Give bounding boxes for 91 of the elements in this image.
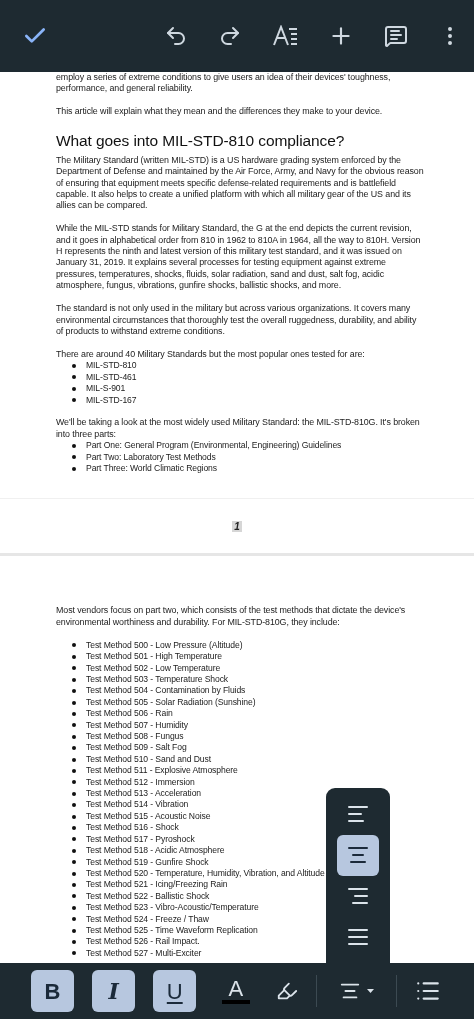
bullet-icon: [72, 466, 76, 471]
bullet-icon: [72, 757, 76, 762]
list-item: Test Method 516 - Shock: [86, 822, 179, 834]
bullet-icon: [72, 917, 76, 922]
bullet-icon: [72, 826, 76, 830]
list-item: Test Method 520 - Temperature, Humidity, Vibration, and Altitude: [86, 867, 325, 880]
bullet-icon: [72, 386, 76, 391]
bullet-icon: [72, 780, 76, 785]
list-item: Test Method 526 - Rail Impact.: [86, 936, 200, 948]
list-item: Test Method 525 - Time Waveform Replication: [86, 924, 258, 937]
bullet-icon: [72, 791, 76, 796]
list-item: Test Method 505 - Solar Radiation (Sunshine): [86, 696, 256, 709]
list-item: Part One: General Program (Environmental, Engineering) Guidelines: [86, 440, 342, 452]
list-item: Test Method 523 - Vibro-Acoustic/Temperature: [86, 902, 259, 914]
section-heading: What goes into MIL-STD-810 compliance?: [56, 131, 346, 150]
bullet-icon: [72, 443, 76, 448]
bullet-icon: [72, 711, 76, 716]
list-item: Test Method 522 - Ballistic Shock: [86, 890, 210, 903]
bullet-icon: [72, 455, 76, 460]
comment-icon[interactable]: [384, 24, 408, 48]
paragraph: We'll be taking a look at the most widely used Military Standard: the MIL-STD-810G. It's broken into three parts:: [56, 417, 421, 441]
highlighter-icon[interactable]: [275, 980, 298, 1002]
list-item: Test Method 517 - Pyroshock: [86, 833, 195, 846]
bullet-icon: [72, 643, 76, 648]
list-item: Test Method 510 - Sand and Dust: [86, 753, 211, 766]
paragraph: While the MIL-STD stands for Military Standard, the G at the end depicts the current revision, and it goes in alphabetical order from 810 in 1962 to 810A in 1964, all the way to 810H. Version H represents the ninth and latest version of this military test standard, and it was issued on January 31, 2019. It explains several processes for testing equipment against extreme pressures, temperatures, shocks, fluids, solar radiation, sand and dust, salt fog, acidic atmosphere, fungus, vibrations, gunfire shocks, ballistic shocks, and more.: [56, 223, 422, 292]
bullet-icon: [72, 837, 76, 842]
bullet-icon: [72, 723, 76, 728]
page-number: 1: [232, 520, 242, 532]
list-item: Test Method 509 - Salt Fog: [86, 742, 187, 754]
redo-icon[interactable]: [218, 24, 242, 48]
bullet-icon: [72, 871, 76, 876]
list-item: Test Method 504 - Contamination by Fluids: [86, 685, 246, 697]
underline-button[interactable]: U: [153, 970, 197, 1012]
paragraph: There are around 40 Military Standards but the most popular ones tested for are:: [56, 348, 366, 361]
list-item: Test Method 519 - Gunfire Shock: [86, 856, 209, 868]
bullet-icon: [72, 677, 76, 682]
bullet-icon: [72, 689, 76, 694]
paragraph: The Military Standard (written MIL-STD) is a US hardware grading system enforced by the Department of Defense and maintained by the Air Force, Army, and Navy for the obvious reason of ensuring that equipment meets specific defense-related requirements and is battlefield capable. It also helps to create a unified platform with which all military gear of the US and its allies can be compared.: [56, 154, 424, 212]
list-item: Test Method 514 - Vibration: [86, 799, 189, 811]
bullet-icon: [72, 940, 76, 945]
bullet-icon: [72, 768, 76, 773]
list-item: MIL-STD-461: [86, 371, 137, 384]
list-item: Test Method 501 - High Temperature: [86, 651, 222, 663]
list-item: Part Three: World Climatic Regions: [86, 463, 217, 475]
bullet-icon: [72, 848, 76, 853]
list-item: Test Method 507 - Humidity: [86, 719, 188, 732]
bullet-icon: [72, 928, 76, 933]
bullet-icon: [72, 803, 76, 808]
bullet-icon: [72, 375, 76, 380]
bullet-icon: [72, 746, 76, 751]
bullet-icon: [72, 654, 76, 659]
list-item: Test Method 521 - Icing/Freezing Rain: [86, 879, 228, 891]
list-item: MIL-S-901: [86, 383, 126, 395]
list-item: Test Method 500 - Low Pressure (Altitude): [86, 639, 243, 652]
align-center-option[interactable]: [337, 834, 379, 876]
list-item: Test Method 527 - Multi-Exciter: [86, 947, 202, 960]
caret-icon: [366, 989, 374, 993]
bullet-icon: [72, 700, 76, 705]
bullet-icon: [72, 883, 76, 887]
list-item: Test Method 513 - Acceleration: [86, 788, 201, 800]
text-format-icon[interactable]: [272, 25, 298, 47]
list-item: MIL-STD-810: [86, 360, 137, 372]
bullet-icon: [72, 398, 76, 403]
bullet-icon: [72, 364, 76, 368]
list-item: Test Method 511 - Explosive Atmosphere: [86, 765, 238, 777]
bullet-icon: [72, 666, 76, 671]
bullet-icon: [72, 814, 76, 819]
list-item: MIL-STD-167: [86, 394, 137, 406]
list-item: Test Method 518 - Acidic Atmosphere: [86, 845, 225, 857]
bullet-icon: [72, 951, 76, 956]
list-item: Test Method 506 - Rain: [86, 708, 173, 720]
list-item: Test Method 515 - Acoustic Noise: [86, 810, 211, 823]
undo-icon[interactable]: [164, 24, 188, 48]
list-item: Test Method 508 - Fungus: [86, 731, 184, 743]
list-item: Test Method 524 - Freeze / Thaw: [86, 913, 209, 925]
text-color-button[interactable]: A: [214, 970, 258, 1012]
bullet-icon: [72, 905, 76, 910]
list-item: Test Method 512 - Immersion: [86, 776, 195, 789]
paragraph: employ a series of extreme conditions to give users an idea of their devices' toughness, performance, and general reliability.: [56, 72, 392, 95]
paragraph: This article will explain what they mean and the differences they make to your device.: [56, 106, 384, 118]
list-item: Part Two: Laboratory Test Methods: [86, 451, 216, 464]
bold-button[interactable]: B: [31, 970, 74, 1012]
bullet-icon: [72, 894, 76, 899]
italic-button[interactable]: I: [92, 970, 136, 1012]
paragraph: The standard is not only used in the military but across various organizations. It covers many environmental circumstances that thoroughly test the overall ruggedness, durability, and ability of products to withstand extreme conditions.: [56, 303, 418, 338]
list-item: Test Method 502 - Low Temperature: [86, 662, 221, 674]
paragraph: Most vendors focus on part two, which consists of the test methods that dictate the device's environmental worthiness and durability. For MIL-STD-810G, they include:: [56, 605, 407, 629]
bullet-icon: [72, 860, 76, 865]
bullet-icon: [72, 734, 76, 739]
list-item: Test Method 503 - Temperature Shock: [86, 674, 229, 686]
